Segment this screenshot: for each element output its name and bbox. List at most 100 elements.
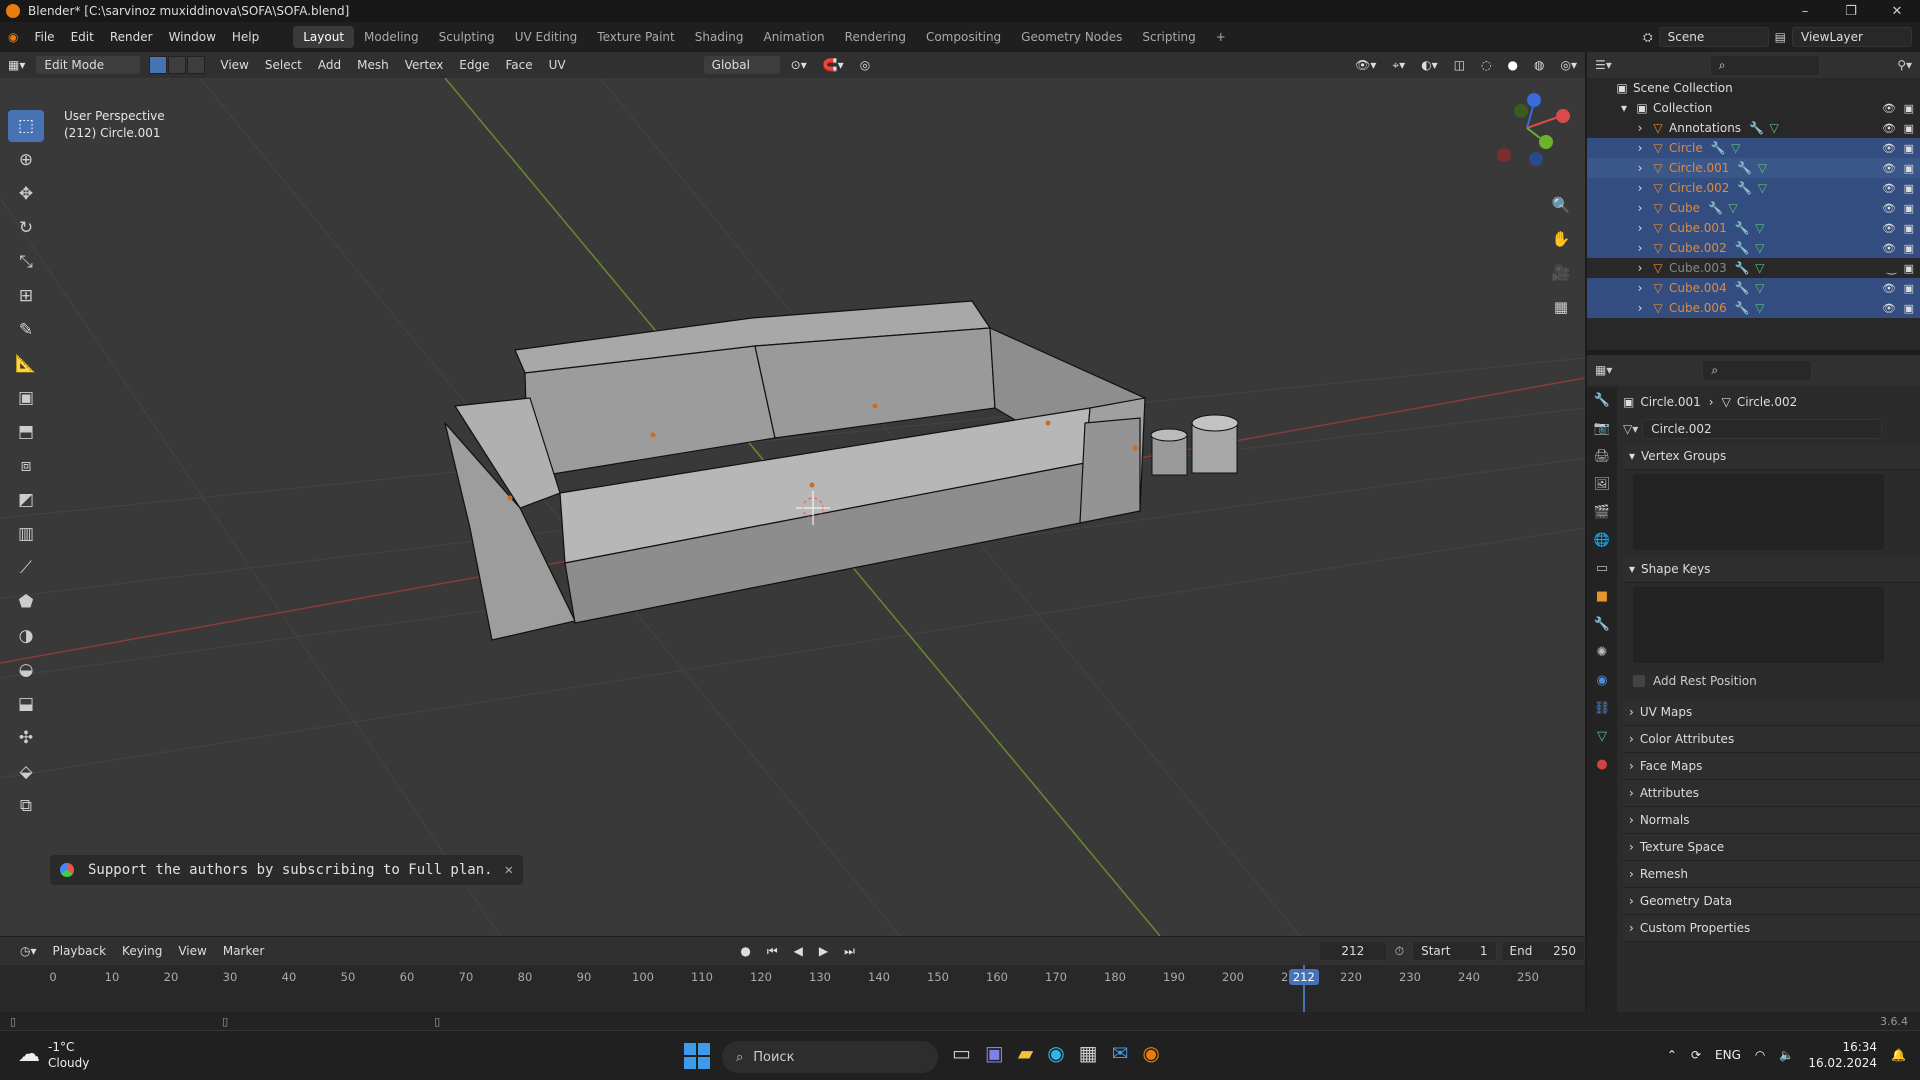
workspace-tab-animation[interactable]: Animation [753, 26, 834, 48]
mesh-data-icon[interactable]: ▽ [1753, 261, 1767, 275]
jump-start-icon[interactable]: ⏮ [759, 944, 786, 959]
add-workspace-button[interactable]: + [1206, 26, 1236, 48]
volume-icon[interactable]: 🔈 [1779, 1048, 1794, 1062]
transform-tool-icon[interactable]: ⊞ [8, 280, 44, 312]
workspace-tab-rendering[interactable]: Rendering [835, 26, 916, 48]
modifier-wrench-icon[interactable]: 🔧 [1749, 121, 1764, 135]
pivot-icon[interactable]: ⊙▾ [783, 56, 815, 74]
properties-panel[interactable]: › Attributes [1623, 780, 1920, 807]
shading-wire-icon[interactable]: ◌ [1473, 56, 1499, 74]
language-indicator[interactable]: ENG [1715, 1048, 1741, 1062]
navigation-gizmo[interactable] [1497, 93, 1570, 166]
scene-field[interactable]: Scene [1658, 27, 1769, 47]
rotate-tool-icon[interactable]: ↻ [8, 212, 44, 244]
camera-icon[interactable]: ▣ [1904, 302, 1914, 315]
expand-arrow-icon[interactable]: › [1633, 261, 1647, 275]
camera-icon[interactable]: ▣ [1904, 142, 1914, 155]
camera-icon[interactable]: ▣ [1904, 282, 1914, 295]
mesh-data-icon[interactable]: ▽ [1729, 141, 1743, 155]
expand-arrow-icon[interactable]: › [1633, 141, 1647, 155]
marker-menu[interactable]: Marker [215, 944, 272, 958]
mesh-data-icon[interactable]: ▽ [1753, 221, 1767, 235]
face-select-icon[interactable] [187, 56, 206, 74]
spin-tool-icon[interactable]: ◑ [8, 620, 44, 652]
measure-tool-icon[interactable]: 📐 [8, 348, 44, 380]
menu-select[interactable]: Select [257, 56, 310, 74]
maximize-button[interactable]: ❐ [1828, 4, 1874, 19]
playback-menu[interactable]: Playback [45, 944, 115, 958]
view-menu[interactable]: View [170, 944, 214, 958]
poly-build-tool-icon[interactable]: ⬟ [8, 586, 44, 618]
workspace-tab-compositing[interactable]: Compositing [916, 26, 1011, 48]
chat-icon[interactable]: ▣ [985, 1041, 1004, 1065]
camera-view-icon[interactable]: 🎥 [1548, 260, 1574, 286]
filter-icon[interactable]: ⚲▾ [1897, 58, 1920, 72]
add-cube-tool-icon[interactable]: ▣ [8, 382, 44, 414]
sofa-mesh[interactable] [444, 300, 1146, 641]
eye-icon[interactable]: 👁 [1882, 122, 1896, 135]
particles-tab-icon[interactable]: ✺ [1587, 639, 1617, 667]
mode-dropdown[interactable]: Edit Mode [36, 56, 141, 74]
properties-panel[interactable]: › Texture Space [1623, 834, 1920, 861]
menu-edit[interactable]: Edit [63, 30, 102, 44]
rip-tool-icon[interactable]: ⧉ [8, 790, 44, 822]
notice-close-icon[interactable]: ✕ [505, 862, 513, 878]
edge-slide-tool-icon[interactable]: ⬓ [8, 688, 44, 720]
loop-cut-tool-icon[interactable]: ▥ [8, 518, 44, 550]
workspace-tab-layout[interactable]: Layout [293, 26, 355, 48]
view-layer-tab-icon[interactable]: 🖼 [1587, 471, 1617, 499]
expand-arrow-icon[interactable]: › [1633, 281, 1647, 295]
shrink-fatten-tool-icon[interactable]: ✣ [8, 722, 44, 754]
menu-edge[interactable]: Edge [451, 56, 497, 74]
mesh-data-icon[interactable]: ▽ [1726, 201, 1740, 215]
modifier-wrench-icon[interactable]: 🔧 [1735, 301, 1750, 315]
inset-tool-icon[interactable]: ⧈ [8, 450, 44, 482]
properties-panel[interactable]: › Custom Properties [1623, 915, 1920, 942]
outliner-object-row[interactable]: › ▽ Circle.002 🔧 ▽ 👁 ▣ [1587, 178, 1920, 198]
snap-icon[interactable]: 🧲▾ [815, 56, 852, 74]
mesh-data-icon[interactable]: ▽ [1767, 121, 1781, 135]
file-explorer-icon[interactable]: ▰ [1018, 1041, 1033, 1065]
shading-solid-icon[interactable]: ● [1500, 56, 1526, 74]
expand-arrow-icon[interactable]: › [1633, 181, 1647, 195]
blender-menu-icon[interactable]: ◉ [0, 30, 26, 44]
viewlayer-field[interactable]: ViewLayer [1792, 27, 1912, 47]
outliner-object-row[interactable]: › ▽ Cube.004 🔧 ▽ 👁 ▣ [1587, 278, 1920, 298]
tray-sync-icon[interactable]: ⟳ [1691, 1048, 1701, 1062]
weather-widget[interactable]: ☁ -1°C Cloudy [18, 1039, 89, 1071]
annotate-tool-icon[interactable]: ✎ [8, 314, 44, 346]
mail-icon[interactable]: ✉ [1112, 1041, 1129, 1065]
vertex-groups-panel[interactable]: ▾ Vertex Groups [1623, 443, 1920, 470]
outliner-object-row[interactable]: › ▽ Cube.006 🔧 ▽ 👁 ▣ [1587, 298, 1920, 318]
output-tab-icon[interactable]: 🖨 [1587, 443, 1617, 471]
modifier-wrench-icon[interactable]: 🔧 [1737, 181, 1752, 195]
edge-select-icon[interactable] [168, 56, 187, 74]
outliner-object-row[interactable]: › ▽ Cube.003 🔧 ▽ ‿ ▣ [1587, 258, 1920, 278]
3d-viewport[interactable] [0, 78, 1585, 936]
menu-file[interactable]: File [26, 30, 62, 44]
properties-panel[interactable]: › UV Maps [1623, 699, 1920, 726]
play-icon[interactable]: ▶ [811, 944, 836, 958]
xray-icon[interactable]: ◫ [1446, 56, 1473, 74]
outliner-object-row[interactable]: › ▽ Cube 🔧 ▽ 👁 ▣ [1587, 198, 1920, 218]
proportional-edit-icon[interactable]: ◎ [852, 56, 878, 74]
menu-window[interactable]: Window [161, 30, 224, 44]
properties-panel[interactable]: › Geometry Data [1623, 888, 1920, 915]
datablock-name-field[interactable]: Circle.002 [1642, 419, 1883, 439]
keying-menu[interactable]: Keying [114, 944, 170, 958]
menu-view[interactable]: View [212, 56, 256, 74]
eye-icon[interactable]: 👁 [1882, 182, 1896, 195]
move-tool-icon[interactable]: ✥ [8, 178, 44, 210]
shape-keys-panel[interactable]: ▾ Shape Keys [1623, 556, 1920, 583]
properties-panel[interactable]: › Remesh [1623, 861, 1920, 888]
mesh-data-icon[interactable]: ▽ [1753, 241, 1767, 255]
tray-chevron-icon[interactable]: ⌃ [1667, 1048, 1677, 1062]
datablock-icon[interactable]: ▽▾ [1623, 422, 1638, 436]
mesh-data-icon[interactable]: ▽ [1753, 301, 1767, 315]
pan-hand-icon[interactable]: ✋ [1548, 226, 1574, 252]
modifier-wrench-icon[interactable]: 🔧 [1711, 141, 1726, 155]
current-frame-field[interactable]: 212 [1318, 941, 1387, 961]
record-icon[interactable]: ● [732, 944, 758, 958]
outliner-object-row[interactable]: › ▽ Cube.002 🔧 ▽ 👁 ▣ [1587, 238, 1920, 258]
properties-panel[interactable]: › Color Attributes [1623, 726, 1920, 753]
